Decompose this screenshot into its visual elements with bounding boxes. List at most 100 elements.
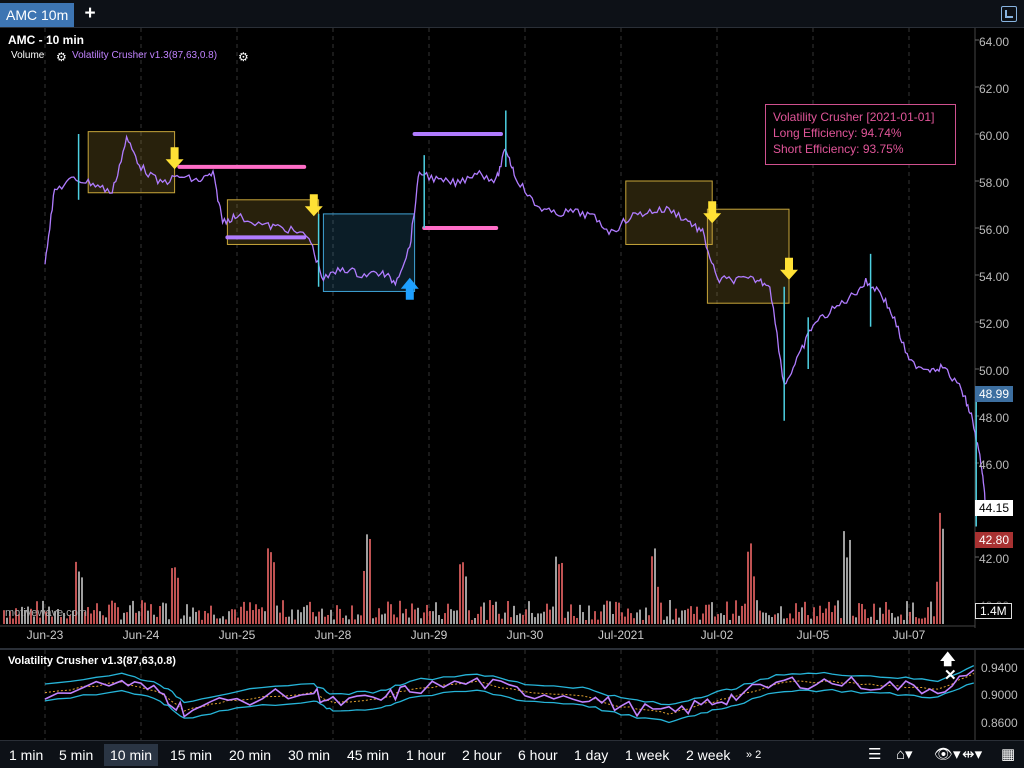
timeframe-1min[interactable]: 1 min — [3, 744, 49, 766]
price-chart-pane[interactable]: AMC - 10 min Volume ⚙ Volatility Crusher… — [0, 28, 1024, 628]
volume-bar — [900, 614, 902, 624]
indicator-label[interactable]: Volatility Crusher v1.3(87,63,0.8) — [72, 50, 217, 61]
volume-bar — [177, 577, 179, 624]
volume-bar — [807, 615, 809, 624]
volume-bar — [873, 603, 875, 624]
volume-bar — [834, 605, 836, 624]
volume-bar — [537, 613, 539, 624]
timeframe-2hour[interactable]: 2 hour — [456, 744, 508, 766]
resize-horizontal-icon[interactable]: ⇹▾ — [962, 745, 982, 765]
volume-bar — [780, 606, 782, 624]
indicator-tick: 0.9000 — [981, 688, 1018, 702]
arrow-up-icon[interactable]: 🡅 — [940, 651, 955, 668]
volume-bar — [795, 603, 797, 624]
timeframe-5min[interactable]: 5 min — [53, 744, 99, 766]
volume-bar — [399, 600, 401, 624]
volume-bar — [360, 615, 362, 624]
time-tick: Jun-23 — [26, 628, 64, 642]
volume-bar — [726, 601, 728, 624]
volume-bar — [450, 609, 452, 624]
maximize-icon[interactable] — [1001, 6, 1017, 22]
timeframe-10min[interactable]: 10 min — [104, 744, 159, 766]
volume-bar — [933, 616, 935, 624]
volume-label[interactable]: Volume — [11, 50, 44, 61]
volume-bar — [285, 616, 287, 624]
volume-bar — [297, 609, 299, 624]
volume-bar — [396, 617, 398, 624]
volume-bar — [717, 614, 719, 624]
volume-bar — [909, 611, 911, 624]
volume-bar — [642, 619, 644, 624]
timeframe-2week[interactable]: 2 week — [680, 744, 736, 766]
volume-bar — [639, 609, 641, 624]
indicator-tick: 0.8600 — [981, 716, 1018, 730]
volume-bar — [204, 610, 206, 624]
gear-icon[interactable]: ⚙ — [238, 51, 250, 63]
gear-icon[interactable]: ⚙ — [56, 51, 68, 63]
time-tick: Jun-30 — [506, 628, 544, 642]
volume-bar — [627, 608, 629, 624]
volume-bar — [882, 613, 884, 624]
indicator-pane-label[interactable]: Volatility Crusher v1.3(87,63,0.8) — [8, 655, 176, 667]
timeframe-1day[interactable]: 1 day — [568, 744, 614, 766]
volume-bar — [348, 619, 350, 624]
menu-icon[interactable]: ☰ — [868, 745, 881, 765]
volume-bar — [564, 617, 566, 624]
volume-bar — [732, 613, 734, 624]
volume-bar — [846, 557, 848, 624]
volume-bar — [402, 613, 404, 624]
volume-bar — [828, 601, 830, 624]
eye-icon[interactable]: 👁▾ — [934, 745, 961, 765]
volume-bar — [567, 611, 569, 624]
volume-bar — [858, 603, 860, 624]
price-tick: 46.00 — [979, 458, 1010, 472]
more-timeframes-button[interactable]: » 2 — [740, 744, 767, 766]
volume-bar — [918, 618, 920, 624]
calendar-icon[interactable]: ▦ — [1001, 745, 1015, 765]
timeframe-20min[interactable]: 20 min — [223, 744, 277, 766]
volume-bar — [150, 604, 152, 624]
plus-icon[interactable]: + — [80, 3, 100, 25]
volume-bar — [549, 609, 551, 624]
timeframe-30min[interactable]: 30 min — [282, 744, 336, 766]
volume-bar — [522, 614, 524, 624]
timeframe-6hour[interactable]: 6 hour — [512, 744, 564, 766]
volume-bar — [759, 610, 761, 624]
close-icon[interactable]: ✕ — [944, 667, 957, 684]
volume-bar — [699, 619, 701, 624]
volume-bar — [456, 610, 458, 624]
volume-bar — [705, 604, 707, 624]
volume-bar — [702, 613, 704, 624]
price-line — [44, 134, 987, 508]
volume-bar — [519, 613, 521, 624]
volume-bar — [894, 617, 896, 624]
volume-bar — [108, 604, 110, 624]
home-icon[interactable]: ⌂▾ — [896, 745, 913, 765]
volume-bar — [126, 612, 128, 624]
volume-bar — [366, 534, 368, 624]
volume-bar — [861, 603, 863, 624]
volume-bar — [693, 613, 695, 624]
volume-bar — [159, 606, 161, 624]
timeframe-45min[interactable]: 45 min — [341, 744, 395, 766]
volume-bar — [270, 552, 272, 624]
volume-bar — [747, 551, 749, 624]
volume-bar — [585, 619, 587, 624]
volume-bar — [579, 604, 581, 624]
timeframe-1hour[interactable]: 1 hour — [400, 744, 452, 766]
time-tick: Jul-07 — [892, 628, 926, 642]
timeframe-15min[interactable]: 15 min — [164, 744, 218, 766]
volume-bar — [252, 610, 254, 624]
volume-bar — [870, 616, 872, 624]
volume-bar — [690, 606, 692, 624]
time-axis[interactable]: Jun-23 Jun-24 Jun-25 Jun-28 Jun-29 Jun-3… — [0, 628, 975, 645]
price-tick: 50.00 — [979, 364, 1010, 378]
volume-bar — [192, 607, 194, 624]
volume-bar — [153, 614, 155, 624]
volume-bar — [735, 600, 737, 624]
timeframe-1week[interactable]: 1 week — [619, 744, 675, 766]
indicator-pane[interactable]: Volatility Crusher v1.3(87,63,0.8) 🡅 ✕ 0… — [0, 648, 1024, 740]
volume-bar — [240, 606, 242, 624]
volume-bar — [444, 613, 446, 624]
tab-amc-10m[interactable]: AMC 10m — [0, 3, 74, 27]
